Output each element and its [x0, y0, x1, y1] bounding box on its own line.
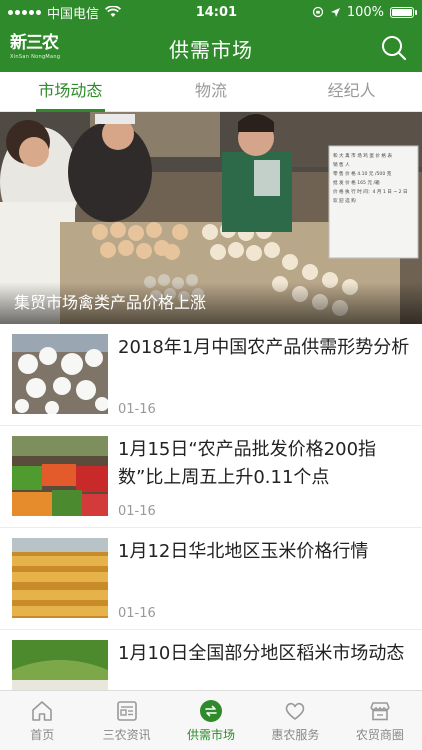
category-tabs: 市场动态 物流 经纪人	[0, 72, 422, 112]
hero-caption: 集贸市场禽类产品价格上涨	[0, 282, 422, 324]
rice-image	[12, 640, 108, 690]
hero-banner[interactable]: 和 大 禽 市 场 鸡 蛋 价 格 表 销 售 人 零 售 价 格 4.10 元…	[0, 112, 422, 324]
news-thumbnail	[12, 334, 108, 414]
price-sign-line: 批 发 价 格 165 元 /箱	[333, 181, 380, 186]
news-title: 1月15日“农产品批发价格200指数”比上周五上升0.11个点	[118, 439, 377, 488]
news-list: 2018年1月中国农产品供需形势分析 01-16 1月15日“农产品批发价格20…	[0, 324, 422, 690]
nav-home[interactable]: 首页	[0, 691, 84, 750]
corn-image	[12, 538, 108, 618]
nav-commerce[interactable]: 农贸商圈	[338, 691, 422, 750]
battery-percent: 100%	[346, 4, 384, 20]
battery-fill	[391, 8, 412, 16]
status-bar: 中国电信 14:01 100%	[0, 0, 422, 24]
nav-label: 农贸商圈	[355, 727, 404, 742]
news-icon	[116, 700, 137, 721]
nav-service[interactable]: 惠农服务	[253, 691, 337, 750]
news-date: 01-16	[118, 504, 156, 519]
news-date: 01-16	[118, 606, 156, 621]
list-item[interactable]: 1月12日华北地区玉米价格行情 01-16	[0, 528, 422, 630]
status-time: 14:01	[195, 4, 238, 20]
news-thumbnail	[12, 436, 108, 516]
battery-icon	[389, 6, 417, 18]
tab-market-news[interactable]: 市场动态	[0, 72, 141, 112]
nav-label: 三农资讯	[102, 727, 151, 742]
news-title: 1月12日华北地区玉米价格行情	[118, 541, 369, 562]
home-icon	[32, 700, 53, 721]
news-date: 01-16	[118, 402, 156, 417]
list-item[interactable]: 2018年1月中国农产品供需形势分析 01-16	[0, 324, 422, 426]
tab-brokers[interactable]: 经纪人	[281, 72, 422, 111]
signal-icon	[8, 9, 41, 15]
price-sign: 和 大 禽 市 场 鸡 蛋 价 格 表 销 售 人 零 售 价 格 4.10 元…	[333, 152, 415, 206]
app-header: 新三农 XinSan NongMang 供需市场	[0, 24, 422, 72]
price-sign-line: 价 格 执 行 时 间：4 月 1 日 ~ 2 日	[333, 190, 408, 195]
wifi-icon	[105, 6, 122, 17]
app-logo[interactable]: 新三农 XinSan NongMang	[10, 32, 62, 64]
bottom-nav: 首页 三农资讯 供需市场 惠农服务 农贸商圈	[0, 690, 422, 750]
price-sign-line: 零 售 价 格 4.10 元 /500 克	[333, 172, 392, 177]
list-item[interactable]: 1月15日“农产品批发价格200指数”比上周五上升0.11个点 01-16	[0, 426, 422, 528]
page-title: 供需市场	[169, 37, 253, 62]
exchange-icon	[200, 699, 223, 722]
vegetables-image	[12, 436, 108, 516]
price-sign-line: 和 大 禽 市 场 鸡 蛋 价 格 表	[333, 154, 393, 159]
logo-mark: 新三农	[10, 33, 59, 53]
price-sign-line: 销 售 人	[333, 163, 350, 168]
nav-label: 惠农服务	[271, 727, 320, 742]
carrier-label: 中国电信	[47, 6, 100, 22]
app-top-bar: 中国电信 14:01 100% 新三农 XinSan NongMang 供需市场	[0, 0, 422, 72]
search-button[interactable]	[380, 34, 408, 62]
nav-label: 首页	[30, 727, 55, 742]
heart-icon	[286, 702, 305, 720]
store-icon	[370, 701, 390, 720]
nav-news[interactable]: 三农资讯	[84, 691, 168, 750]
news-thumbnail	[12, 640, 108, 690]
price-sign-line: 欢 迎 选 购	[333, 199, 356, 204]
news-title: 2018年1月中国农产品供需形势分析	[118, 337, 410, 358]
orientation-lock-icon	[312, 6, 323, 18]
nav-label: 供需市场	[187, 727, 236, 742]
tab-logistics[interactable]: 物流	[141, 72, 282, 111]
search-icon	[382, 36, 407, 61]
nav-market[interactable]: 供需市场	[169, 691, 253, 750]
news-title: 1月10日全国部分地区稻米市场动态	[118, 643, 405, 664]
cotton-image	[12, 334, 108, 414]
list-item[interactable]: 1月10日全国部分地区稻米市场动态 01-16	[0, 630, 422, 690]
location-icon	[330, 7, 340, 17]
news-thumbnail	[12, 538, 108, 618]
logo-subtitle: XinSan NongMang	[10, 54, 61, 60]
